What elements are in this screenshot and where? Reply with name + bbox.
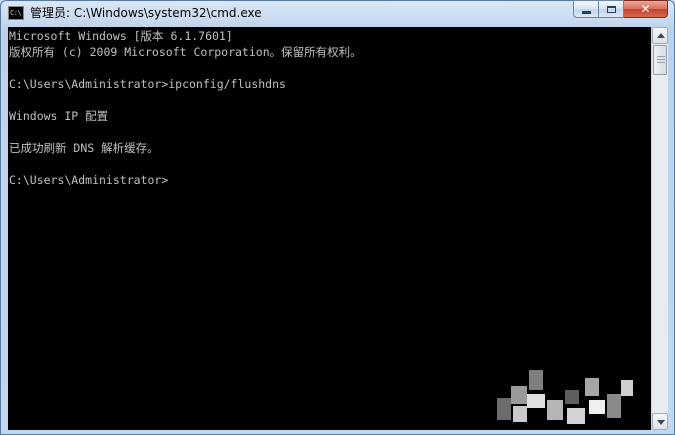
console-line: Microsoft Windows [版本 6.1.7601] (9, 29, 233, 43)
console-line: 版权所有 (c) 2009 Microsoft Corporation。保留所有… (9, 45, 362, 59)
cmd-icon[interactable]: C:\ (8, 6, 24, 20)
grip-line (657, 62, 665, 63)
scroll-down-button[interactable] (652, 413, 668, 430)
scroll-up-button[interactable] (652, 27, 668, 44)
window-title: 管理员: C:\Windows\system32\cmd.exe (30, 6, 262, 20)
grip-line (657, 59, 665, 60)
console-line: 已成功刷新 DNS 解析缓存。 (9, 141, 159, 155)
close-button[interactable]: ✕ (624, 0, 668, 18)
console-output[interactable]: Microsoft Windows [版本 6.1.7601] 版权所有 (c)… (8, 27, 651, 430)
arrow-down-icon (657, 420, 665, 425)
scroll-thumb[interactable] (653, 45, 667, 75)
window-controls: ✕ (573, 0, 668, 18)
arrow-up-icon (657, 33, 665, 38)
minimize-button[interactable] (573, 0, 599, 18)
vertical-scrollbar[interactable] (651, 27, 668, 430)
grip-line (657, 56, 665, 57)
minimize-icon (581, 10, 591, 14)
watermark-noise (489, 370, 639, 426)
title-bar[interactable]: C:\ 管理员: C:\Windows\system32\cmd.exe ✕ (1, 0, 674, 27)
close-icon: ✕ (640, 2, 651, 16)
console-line: Windows IP 配置 (9, 109, 109, 123)
cmd-window: C:\ 管理员: C:\Windows\system32\cmd.exe ✕ M… (0, 0, 675, 435)
maximize-button[interactable] (599, 0, 624, 18)
console-line: C:\Users\Administrator>ipconfig/flushdns (9, 77, 286, 91)
maximize-icon (606, 5, 616, 13)
cmd-icon-text: C:\ (10, 9, 22, 17)
console-prompt[interactable]: C:\Users\Administrator> (9, 172, 168, 188)
